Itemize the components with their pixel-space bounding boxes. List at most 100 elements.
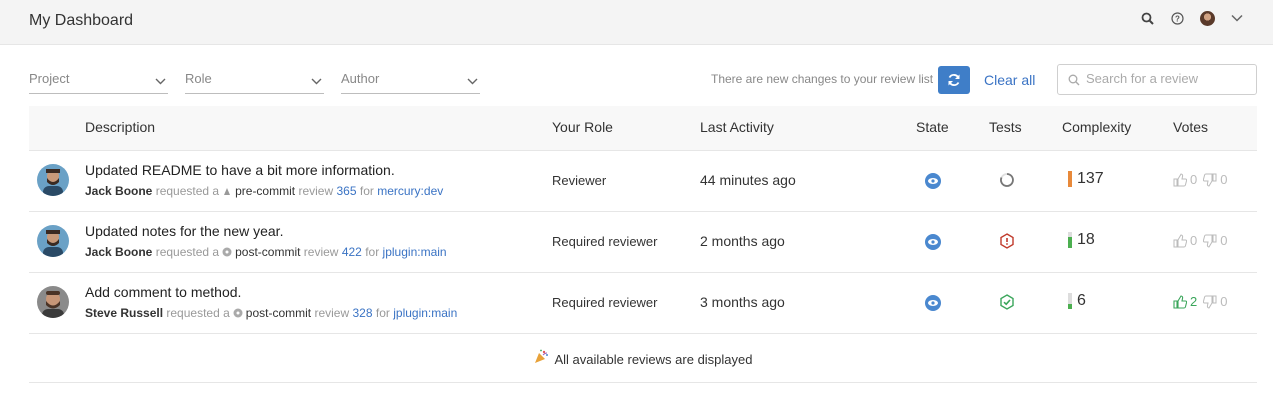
review-type: post-commit [245,306,312,320]
votes: 0 0 [1173,172,1227,187]
review-type: post-commit [235,245,301,259]
author-filter[interactable]: Author [341,69,480,94]
complexity-value: 6 [1077,292,1086,309]
upvote-button[interactable]: 2 [1173,294,1197,309]
col-complexity[interactable]: Complexity [1062,119,1131,135]
passed-icon [999,294,1015,313]
review-meta: Jack Boone requested a post-commit review… [85,245,447,259]
avatar [37,286,69,318]
requested-text: requested a [166,306,230,320]
complexity-value: 18 [1077,231,1095,248]
upvote-count: 0 [1190,172,1198,187]
review-id-link[interactable]: 328 [353,306,373,320]
review-author: Steve Russell [85,306,164,320]
review-type: pre-commit [235,184,296,198]
role-filter[interactable]: Role [185,69,324,94]
upvote-button[interactable]: 0 [1173,233,1197,248]
for-word: for [365,245,380,259]
chevron-down-icon[interactable] [1229,10,1245,26]
branch-link[interactable]: jplugin:main [393,306,457,320]
table-row[interactable]: Updated notes for the new year. Jack Boo… [29,212,1257,273]
party-popper-icon [534,349,549,367]
thumbs-down-icon [1203,173,1217,187]
chevron-down-icon [467,73,478,88]
review-word: review [298,184,334,198]
requested-text: requested a [155,245,220,259]
role-filter-label: Role [185,71,212,86]
filter-bar: Project Role Author There are new change… [29,64,1257,95]
top-bar: My Dashboard ? [0,0,1273,45]
col-description[interactable]: Description [85,119,155,135]
review-id-link[interactable]: 422 [342,245,362,259]
post-commit-icon [233,307,243,318]
avatar [37,225,69,257]
pre-commit-icon [222,185,232,195]
changes-notice: There are new changes to your review lis… [711,72,934,86]
refresh-button[interactable] [938,66,970,94]
help-icon[interactable]: ? [1169,10,1185,26]
search-icon[interactable] [1139,10,1155,26]
your-role: Reviewer [552,173,607,188]
thumbs-up-icon [1173,172,1187,186]
post-commit-icon [222,246,232,257]
upvote-count: 0 [1190,233,1198,248]
col-role[interactable]: Your Role [552,119,613,135]
avatar [37,164,69,196]
loading-icon [999,172,1015,191]
downvote-button[interactable]: 0 [1203,294,1227,309]
col-activity[interactable]: Last Activity [700,119,774,135]
review-id-link[interactable]: 365 [336,184,356,198]
review-table: Description Your Role Last Activity Stat… [29,106,1257,383]
page-title: My Dashboard [29,12,134,29]
review-word: review [314,306,350,320]
user-avatar[interactable] [1199,10,1215,26]
table-row[interactable]: Updated README to have a bit more inform… [29,151,1257,212]
col-tests[interactable]: Tests [989,119,1022,135]
downvote-count: 0 [1220,294,1228,309]
search-input[interactable] [1086,71,1246,86]
header-icons: ? [1139,10,1245,26]
chevron-down-icon [155,73,166,88]
svg-text:?: ? [1175,14,1180,23]
review-meta: Jack Boone requested a pre-commit review … [85,184,443,198]
downvote-button[interactable]: 0 [1203,172,1227,187]
eye-icon [924,233,942,254]
branch-link[interactable]: jplugin:main [383,245,447,259]
search-icon [1068,73,1080,89]
review-meta: Steve Russell requested a post-commit rev… [85,306,457,320]
review-author: Jack Boone [85,245,153,259]
author-filter-label: Author [341,71,380,86]
col-state[interactable]: State [916,119,949,135]
complexity: 137 [1068,170,1104,188]
review-author: Jack Boone [85,184,153,198]
review-title[interactable]: Updated notes for the new year. [85,223,283,239]
review-title[interactable]: Add comment to method. [85,284,241,300]
review-title[interactable]: Updated README to have a bit more inform… [85,162,395,178]
col-votes[interactable]: Votes [1173,119,1208,135]
chevron-down-icon [311,73,322,88]
table-header: Description Your Role Last Activity Stat… [29,106,1257,151]
complexity: 18 [1068,231,1095,249]
last-activity: 3 months ago [700,294,785,310]
downvote-button[interactable]: 0 [1203,233,1227,248]
clear-all-link[interactable]: Clear all [984,72,1035,88]
thumbs-down-icon [1203,295,1217,309]
project-filter[interactable]: Project [29,69,168,94]
refresh-icon [948,74,960,86]
votes: 0 0 [1173,233,1227,248]
table-footer: All available reviews are displayed [29,334,1257,383]
for-word: for [375,306,390,320]
downvote-count: 0 [1220,172,1228,187]
downvote-count: 0 [1220,233,1228,248]
complexity-value: 137 [1077,170,1104,187]
branch-link[interactable]: mercury:dev [377,184,443,198]
failed-icon [999,233,1015,252]
requested-text: requested a [155,184,220,198]
complexity-bar [1068,232,1072,248]
last-activity: 2 months ago [700,233,785,249]
review-search[interactable] [1057,64,1257,95]
thumbs-up-icon [1173,233,1187,247]
your-role: Required reviewer [552,295,658,310]
table-row[interactable]: Add comment to method. Steve Russell req… [29,273,1257,334]
upvote-button[interactable]: 0 [1173,172,1197,187]
